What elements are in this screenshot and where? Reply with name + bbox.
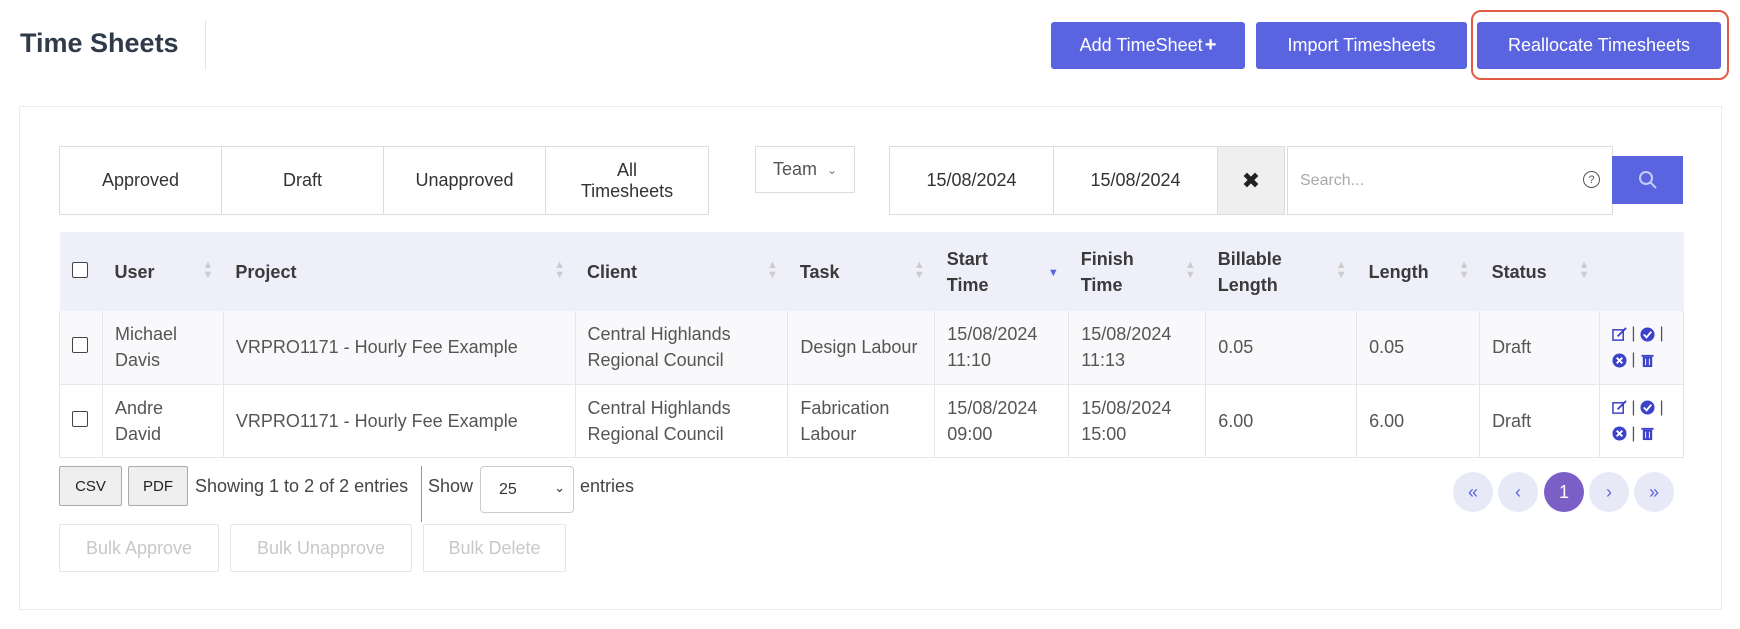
- show-label: Show: [428, 476, 474, 496]
- date-to-field[interactable]: 15/08/2024: [1054, 147, 1218, 214]
- sort-icon: ▲ ▼: [1458, 259, 1470, 281]
- unapprove-icon[interactable]: [1612, 352, 1627, 368]
- tab-all-timesheets[interactable]: All Timesheets: [546, 147, 708, 214]
- entries-label: entries: [580, 476, 635, 496]
- tab-draft[interactable]: Draft: [222, 147, 384, 214]
- column-header-finish-time[interactable]: Finish Time ▲ ▼: [1068, 232, 1206, 311]
- date-from-field[interactable]: 15/08/2024: [890, 147, 1054, 214]
- search-placeholder: Search...: [1300, 171, 1365, 189]
- import-timesheets-button[interactable]: Import Timesheets: [1256, 22, 1467, 69]
- column-header-actions: [1599, 232, 1684, 311]
- task-cell: Design Labour: [787, 311, 936, 385]
- actions-cell: | | |: [1599, 311, 1685, 385]
- status-filter-tabs: Approved Draft Unapproved All Timesheets: [59, 146, 709, 215]
- client-cell: Central Highlands Regional Council: [575, 311, 789, 385]
- plus-icon: +: [1204, 34, 1217, 56]
- start-time-cell: 15/08/2024 09:00: [934, 384, 1070, 458]
- sort-icon: ▲ ▼: [913, 259, 925, 281]
- bulk-delete-button[interactable]: Bulk Delete: [423, 524, 566, 572]
- showing-entries-text: Showing 1 to 2 of 2 entries: [195, 476, 409, 496]
- show-divider: [421, 466, 422, 522]
- sort-icon: ▲ ▼: [1335, 259, 1347, 281]
- start-time-cell: 15/08/2024 11:10: [934, 311, 1070, 385]
- page-size-value: 25: [499, 480, 517, 498]
- user-cell: Andre David: [102, 384, 224, 458]
- billable-length-cell: 6.00: [1205, 384, 1358, 458]
- column-header-project[interactable]: Project ▲ ▼: [223, 232, 576, 311]
- tab-unapproved[interactable]: Unapproved: [384, 147, 546, 214]
- csv-export-button[interactable]: CSV: [59, 466, 122, 506]
- column-header-billable-length[interactable]: Billable Length ▲ ▼: [1205, 232, 1357, 311]
- delete-icon[interactable]: [1640, 426, 1655, 441]
- sort-icon: ▲ ▼: [766, 259, 778, 281]
- length-cell: 6.00: [1356, 384, 1481, 458]
- approve-icon[interactable]: [1640, 400, 1655, 415]
- sort-desc-icon: ▼: [1047, 267, 1059, 279]
- team-dropdown[interactable]: Team ⌄: [755, 146, 855, 193]
- bulk-unapprove-button[interactable]: Bulk Unapprove: [230, 524, 412, 572]
- row-select-cell: [59, 311, 103, 385]
- page-header: Time Sheets Add TimeSheet + Import Timesh…: [0, 0, 1740, 96]
- approve-icon[interactable]: [1640, 326, 1655, 342]
- billable-length-cell: 0.05: [1205, 311, 1358, 385]
- title-divider: [205, 20, 206, 70]
- tab-approved[interactable]: Approved: [60, 147, 222, 214]
- search-button[interactable]: [1612, 156, 1683, 204]
- row-checkbox[interactable]: [72, 337, 88, 354]
- chevron-down-icon: ⌄: [554, 480, 565, 495]
- page-title: Time Sheets: [20, 28, 179, 58]
- search-icon: [1638, 171, 1657, 189]
- column-header-user[interactable]: User ▲ ▼: [102, 232, 224, 311]
- project-link[interactable]: VRPRO1171 - Hourly Fee Example: [223, 311, 576, 385]
- edit-icon[interactable]: [1612, 326, 1627, 342]
- delete-icon[interactable]: [1640, 353, 1655, 368]
- column-header-status[interactable]: Status ▲ ▼: [1479, 232, 1600, 311]
- column-header-client[interactable]: Client ▲ ▼: [575, 232, 788, 311]
- add-timesheet-button[interactable]: Add TimeSheet +: [1051, 22, 1245, 69]
- unapprove-icon[interactable]: [1612, 426, 1627, 441]
- table-header-row: User ▲ ▼ Project ▲ ▼ Client ▲ ▼ Task ▲ ▼ Start T…: [59, 232, 1684, 311]
- status-cell: Draft: [1479, 384, 1600, 458]
- column-header-start-time[interactable]: Start Time ▼: [934, 232, 1069, 311]
- prev-page-button[interactable]: ‹: [1498, 472, 1538, 512]
- select-all-header: [59, 232, 103, 311]
- next-page-button[interactable]: ›: [1589, 472, 1629, 512]
- timesheets-table: User ▲ ▼ Project ▲ ▼ Client ▲ ▼ Task ▲ ▼ Start T…: [59, 232, 1685, 458]
- client-cell: Central Highlands Regional Council: [575, 384, 789, 458]
- add-timesheet-label: Add TimeSheet: [1079, 35, 1203, 55]
- finish-time-cell: 15/08/2024 15:00: [1068, 384, 1207, 458]
- select-all-checkbox[interactable]: [71, 261, 88, 278]
- chevron-down-icon: ⌄: [826, 162, 838, 177]
- status-cell: Draft: [1479, 311, 1600, 385]
- bulk-approve-button[interactable]: Bulk Approve: [59, 524, 219, 572]
- date-range: 15/08/2024 15/08/2024 ✖: [889, 146, 1285, 215]
- first-page-button[interactable]: «: [1453, 472, 1493, 512]
- reallocate-timesheets-button[interactable]: Reallocate Timesheets: [1477, 22, 1721, 69]
- column-header-task[interactable]: Task ▲ ▼: [787, 232, 935, 311]
- table-row: Michael Davis VRPRO1171 - Hourly Fee Exa…: [59, 311, 1685, 385]
- sort-icon: ▲ ▼: [1184, 259, 1196, 281]
- page-size-select[interactable]: 25 ⌄: [480, 466, 574, 513]
- sort-icon: ▲ ▼: [202, 259, 214, 281]
- finish-time-cell: 15/08/2024 11:13: [1068, 311, 1207, 385]
- pdf-export-button[interactable]: PDF: [128, 466, 188, 506]
- help-icon[interactable]: ?: [1583, 171, 1600, 188]
- edit-icon[interactable]: [1612, 400, 1627, 415]
- clear-date-icon[interactable]: ✖: [1218, 147, 1284, 214]
- table-row: Andre David VRPRO1171 - Hourly Fee Examp…: [59, 384, 1685, 458]
- search-input[interactable]: Search... ?: [1287, 146, 1613, 215]
- sort-icon: ▲ ▼: [554, 259, 566, 281]
- length-cell: 0.05: [1356, 311, 1481, 385]
- row-select-cell: [59, 384, 103, 458]
- actions-cell: | | |: [1599, 384, 1685, 458]
- column-header-length[interactable]: Length ▲ ▼: [1356, 232, 1480, 311]
- task-cell: Fabrication Labour: [787, 384, 936, 458]
- team-label: Team: [772, 159, 817, 179]
- last-page-button[interactable]: »: [1634, 472, 1674, 512]
- row-checkbox[interactable]: [72, 410, 88, 427]
- sort-icon: ▲ ▼: [1578, 259, 1590, 281]
- project-link[interactable]: VRPRO1171 - Hourly Fee Example: [223, 384, 576, 458]
- user-cell: Michael Davis: [102, 311, 224, 385]
- page-button-current[interactable]: 1: [1544, 472, 1584, 512]
